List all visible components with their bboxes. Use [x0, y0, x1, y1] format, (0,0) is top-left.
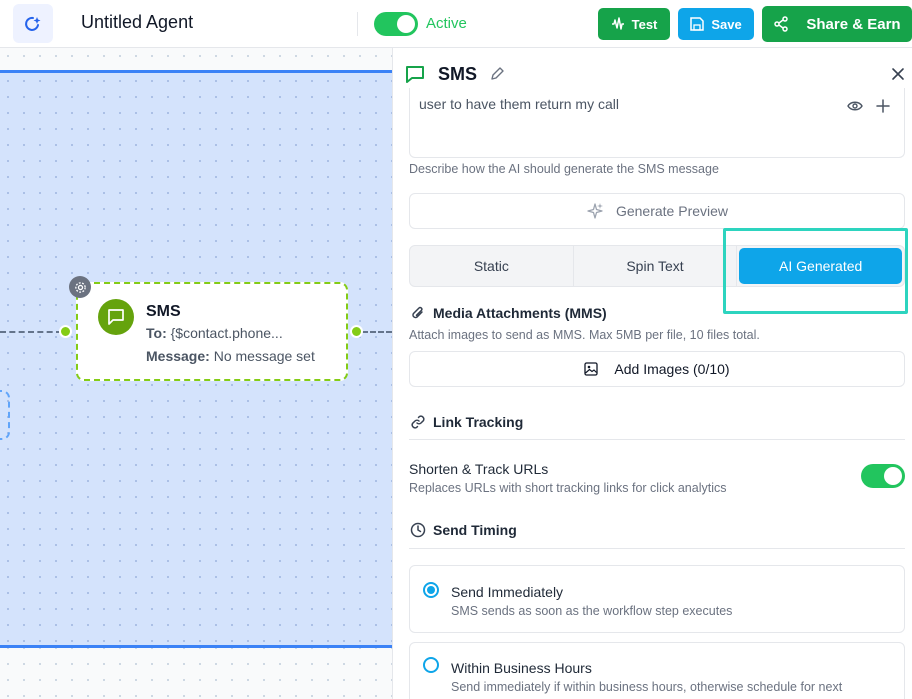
input-port[interactable] — [59, 325, 72, 338]
top-bar: Untitled Agent Active Test Save Share & … — [0, 0, 912, 48]
message-square-icon — [405, 64, 425, 84]
add-images-button[interactable]: Add Images (0/10) — [409, 351, 905, 387]
sparkle-refresh-icon — [25, 16, 41, 31]
output-port[interactable] — [350, 325, 363, 338]
send-timing-title: Send Timing — [433, 522, 517, 538]
share-earn-button[interactable]: Share & Earn — [762, 6, 912, 42]
active-label: Active — [426, 15, 467, 32]
share-icon — [774, 16, 789, 32]
generate-preview-button[interactable]: Generate Preview — [409, 193, 905, 229]
business-hours-option[interactable]: Within Business Hours Send immediately i… — [409, 642, 905, 699]
test-label: Test — [631, 16, 658, 32]
app-logo[interactable] — [13, 4, 53, 43]
prompt-text: user to have them return my call — [419, 96, 619, 112]
to-value: {$contact.phone... — [170, 325, 283, 341]
highlight-box — [723, 228, 908, 314]
section-divider — [409, 439, 905, 440]
send-immediately-description: SMS sends as soon as the workflow step e… — [451, 604, 733, 618]
close-icon[interactable] — [891, 67, 905, 81]
business-hours-label: Within Business Hours — [451, 660, 592, 676]
pencil-icon[interactable] — [489, 66, 505, 82]
share-earn-label: Share & Earn — [806, 15, 901, 33]
panel-title: SMS — [438, 64, 478, 84]
clock-icon — [410, 522, 426, 538]
agent-title[interactable]: Untitled Agent — [81, 12, 193, 33]
node-message-line: Message: No message set — [146, 348, 315, 364]
outgoing-connector — [362, 331, 392, 333]
message-label: Message: — [146, 348, 210, 364]
tab-static[interactable]: Static — [410, 246, 574, 286]
message-value: No message set — [213, 348, 315, 364]
tab-spin-text[interactable]: Spin Text — [574, 246, 738, 286]
node-title: SMS — [146, 303, 181, 320]
sms-node[interactable]: SMS To: {$contact.phone... Message: No m… — [76, 282, 348, 381]
shorten-urls-toggle[interactable] — [861, 464, 905, 488]
image-icon — [584, 362, 599, 376]
workflow-canvas[interactable]: SMS To: {$contact.phone... Message: No m… — [0, 48, 392, 699]
paperclip-icon — [411, 305, 425, 321]
eye-icon[interactable] — [847, 100, 863, 112]
send-immediately-option[interactable]: Send Immediately SMS sends as soon as th… — [409, 565, 905, 633]
message-icon — [98, 299, 134, 335]
business-hours-description: Send immediately if within business hour… — [451, 680, 843, 694]
media-helper-text: Attach images to send as MMS. Max 5MB pe… — [409, 328, 760, 342]
save-icon — [690, 17, 705, 31]
prompt-helper-text: Describe how the AI should generate the … — [409, 162, 719, 176]
divider — [357, 12, 358, 36]
link-icon — [410, 414, 426, 430]
partial-node-outline — [0, 390, 10, 440]
shorten-urls-helper: Replaces URLs with short tracking links … — [409, 481, 727, 495]
incoming-connector — [0, 331, 62, 333]
sparkles-icon — [587, 203, 603, 219]
prompt-textarea[interactable]: user to have them return my call — [409, 88, 905, 158]
save-button[interactable]: Save — [678, 8, 754, 40]
active-toggle[interactable] — [374, 12, 418, 36]
to-label: To: — [146, 325, 167, 341]
test-button[interactable]: Test — [598, 8, 670, 40]
business-hours-radio[interactable] — [423, 657, 439, 673]
add-images-label: Add Images (0/10) — [614, 361, 730, 377]
waveform-icon — [611, 17, 624, 30]
node-to-line: To: {$contact.phone... — [146, 325, 283, 341]
shorten-urls-label: Shorten & Track URLs — [409, 461, 549, 477]
send-immediately-radio[interactable] — [423, 582, 439, 598]
generate-preview-label: Generate Preview — [615, 203, 729, 219]
section-divider — [409, 548, 905, 549]
save-label: Save — [711, 16, 742, 32]
node-settings-gear-icon[interactable] — [69, 276, 91, 298]
sms-settings-panel: SMS user to have them return my call Des… — [392, 48, 912, 699]
plus-icon[interactable] — [876, 99, 890, 113]
link-tracking-title: Link Tracking — [433, 414, 524, 430]
send-immediately-label: Send Immediately — [451, 584, 564, 600]
media-attachments-title: Media Attachments (MMS) — [433, 305, 607, 321]
